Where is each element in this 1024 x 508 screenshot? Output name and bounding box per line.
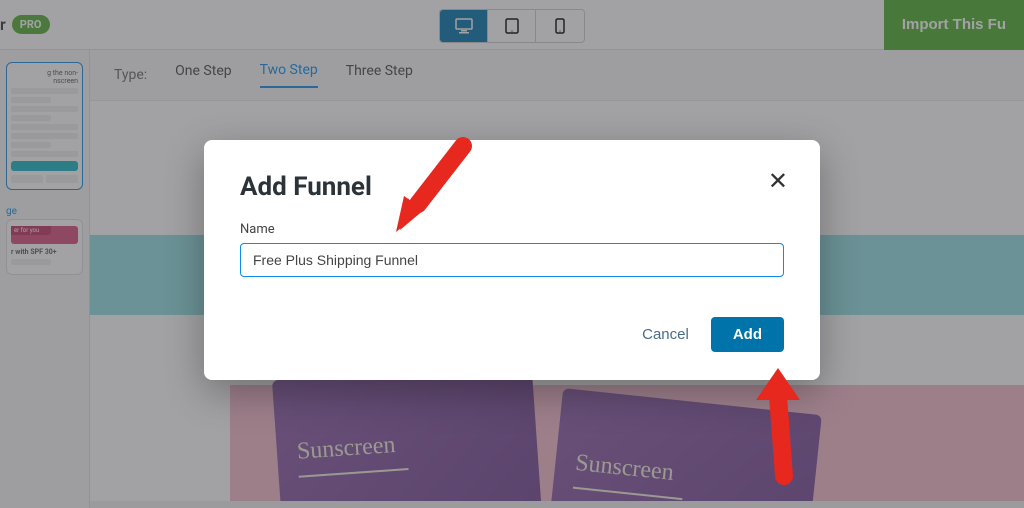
modal-title: Add Funnel — [240, 172, 784, 202]
close-button[interactable]: ✕ — [768, 170, 788, 194]
modal-overlay[interactable]: Add Funnel ✕ Name Cancel Add — [0, 0, 1024, 508]
close-icon: ✕ — [768, 168, 788, 195]
add-funnel-modal: Add Funnel ✕ Name Cancel Add — [204, 140, 820, 380]
cancel-button[interactable]: Cancel — [642, 326, 689, 343]
funnel-name-input[interactable] — [240, 243, 784, 277]
name-label: Name — [240, 222, 784, 237]
add-button[interactable]: Add — [711, 317, 784, 352]
